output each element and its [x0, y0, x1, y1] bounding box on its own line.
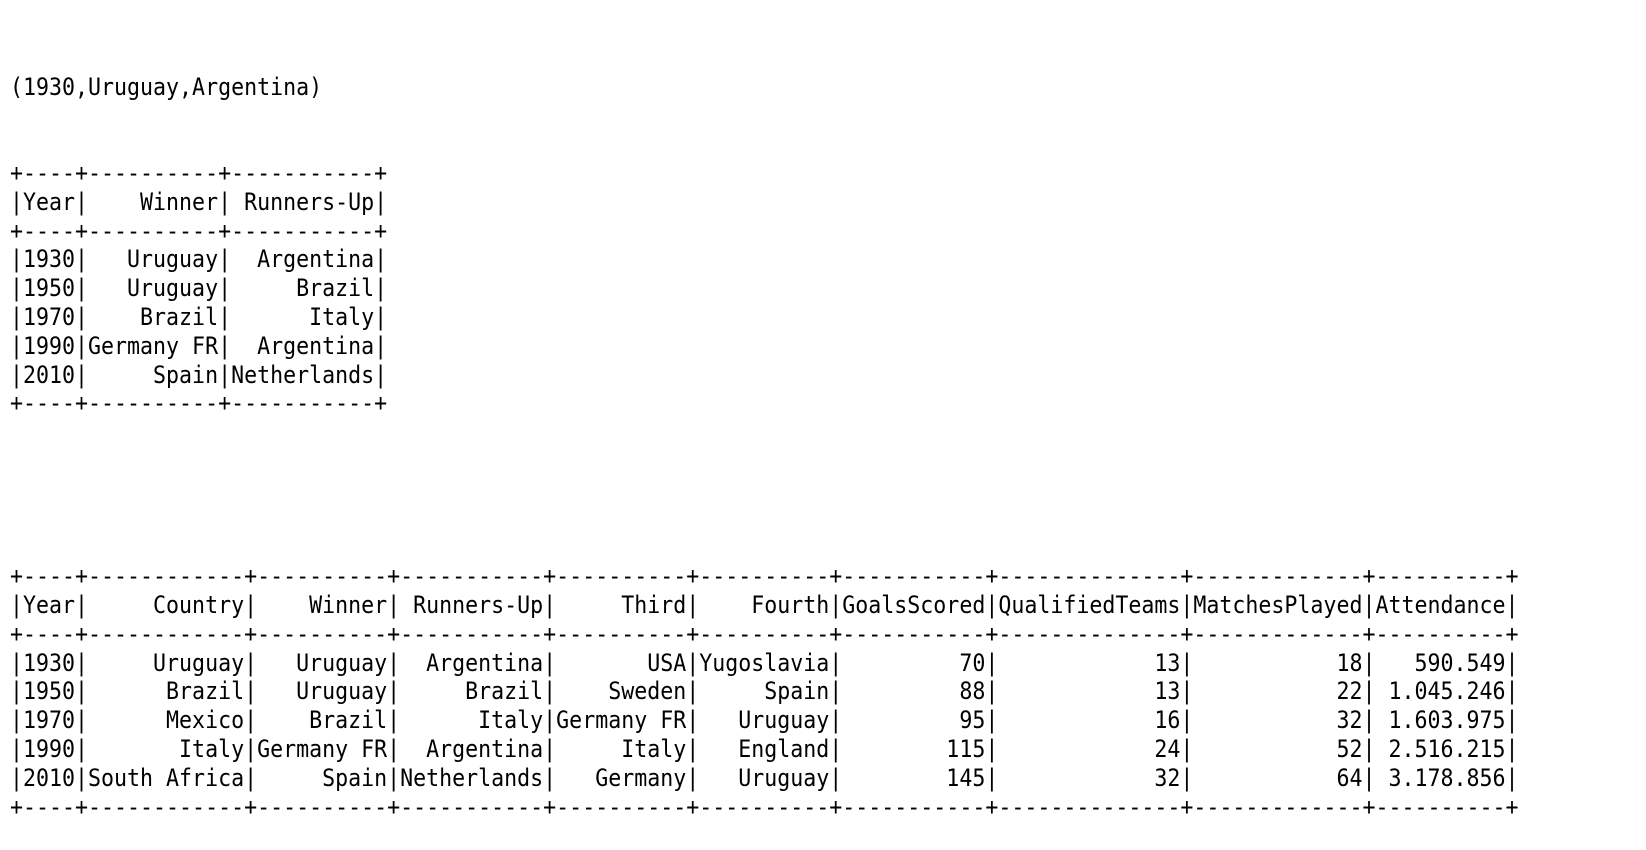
- table-row: |2010| Spain|Netherlands|: [10, 360, 388, 389]
- table-row: |1990| Italy|Germany FR| Argentina| Ital…: [10, 734, 1519, 763]
- table-border: +----+------------+----------+----------…: [10, 562, 1519, 591]
- table-row: |1950| Uruguay| Brazil|: [10, 274, 388, 303]
- table-header-row: |Year| Country| Winner| Runners-Up| Thir…: [10, 590, 1519, 619]
- table-row: |1970| Mexico| Brazil| Italy|Germany FR|…: [10, 706, 1519, 735]
- table-header-row: |Year| Winner| Runners-Up|: [10, 187, 388, 216]
- terminal-output: (1930,Uruguay,Argentina) +----+---------…: [10, 15, 1518, 850]
- world-cups-table: +----+------------+----------+----------…: [10, 562, 1518, 821]
- table-border: +----+------------+----------+----------…: [10, 792, 1519, 821]
- table-border: +----+------------+----------+----------…: [10, 619, 1519, 648]
- finals-table: +----+----------+-----------+ |Year| Winn…: [10, 159, 1518, 418]
- table-row: |1930| Uruguay| Argentina|: [10, 245, 388, 274]
- tuple-output-line: (1930,Uruguay,Argentina): [10, 72, 323, 101]
- table-row: |1930| Uruguay| Uruguay| Argentina| USA|…: [10, 648, 1519, 677]
- table-border: +----+----------+-----------+: [10, 389, 388, 418]
- table-row: |1950| Brazil| Uruguay| Brazil| Sweden| …: [10, 677, 1519, 706]
- table-border: +----+----------+-----------+: [10, 216, 388, 245]
- table-row: |1990|Germany FR| Argentina|: [10, 331, 388, 360]
- table-row: |2010|South Africa| Spain|Netherlands| G…: [10, 763, 1519, 792]
- table-row: |1970| Brazil| Italy|: [10, 302, 388, 331]
- table-border: +----+----------+-----------+: [10, 158, 388, 187]
